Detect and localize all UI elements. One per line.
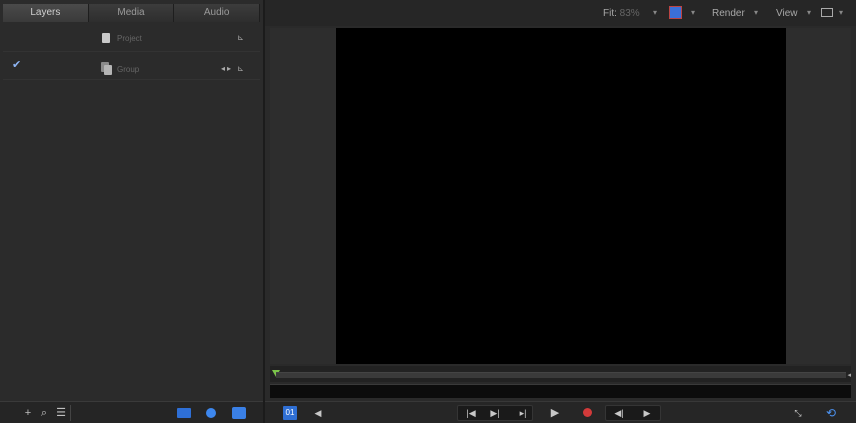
gear-icon[interactable] — [206, 408, 216, 418]
transport-controls: 01 ◀ |◀ ▶| ▸| ▶ ◀| ▶ ⤡ ⟲ — [265, 401, 856, 423]
go-to-end-button[interactable]: ▶| — [487, 406, 503, 420]
viewer-toolbar: Fit: 83% ▾ ▾ Render ▾ View ▾ ▾ — [265, 0, 856, 26]
tab-media[interactable]: Media — [88, 4, 175, 22]
group-icon — [104, 65, 112, 75]
mini-timeline[interactable] — [270, 384, 851, 398]
timing-display-button[interactable]: 01 — [283, 406, 297, 420]
layers-stack-icon[interactable] — [232, 407, 246, 419]
document-icon — [102, 33, 110, 43]
rewind-button[interactable]: ◀| — [611, 406, 627, 420]
chevron-down-icon[interactable]: ▾ — [807, 8, 811, 17]
canvas-area — [270, 28, 851, 364]
fit-value: 83% — [619, 8, 640, 19]
list-icon[interactable]: ☰ — [54, 406, 68, 420]
layer-list: Project ⊾ ✔ Group ◂▸ ⊾ — [3, 26, 260, 80]
render-menu[interactable]: Render — [712, 8, 745, 19]
record-button[interactable] — [579, 406, 595, 420]
previous-button[interactable]: ◀ — [311, 406, 325, 420]
layers-panel: Layers Media Audio Project ⊾ ✔ Group ◂▸ … — [0, 0, 263, 423]
canvas[interactable] — [336, 28, 786, 364]
mini-timeline-ruler[interactable]: ◂ — [270, 366, 851, 382]
toolbar-divider — [70, 405, 71, 421]
fit-dropdown[interactable]: Fit: 83% — [603, 8, 640, 19]
layer-view-icon[interactable] — [177, 408, 191, 418]
layer-name: Project — [117, 34, 142, 43]
forward-button[interactable]: ▶ — [639, 406, 655, 420]
plus-icon[interactable]: + — [22, 406, 34, 420]
layer-enable-checkbox[interactable]: ✔ — [12, 60, 22, 71]
timeline-bar[interactable] — [276, 372, 846, 378]
layer-row-project[interactable]: Project ⊾ — [3, 26, 260, 52]
chevron-down-icon[interactable]: ▾ — [691, 8, 695, 17]
tab-audio[interactable]: Audio — [174, 4, 261, 22]
lock-icon[interactable]: ⊾ — [237, 33, 246, 42]
view-menu[interactable]: View — [776, 8, 798, 19]
color-channels-icon[interactable] — [669, 6, 682, 19]
chevron-down-icon[interactable]: ▾ — [754, 8, 758, 17]
canvas-panel: Fit: 83% ▾ ▾ Render ▾ View ▾ ▾ ◂ 01 ◀ |◀… — [265, 0, 856, 423]
out-point-marker[interactable]: ◂ — [847, 371, 851, 379]
audio-lock-icons[interactable]: ◂▸ ⊾ — [221, 64, 246, 73]
fit-label: Fit: — [603, 8, 617, 19]
step-forward-button[interactable]: ▸| — [515, 406, 531, 420]
go-to-start-button[interactable]: |◀ — [463, 406, 479, 420]
expand-icon[interactable]: ⤡ — [791, 406, 805, 420]
loop-icon[interactable]: ⟲ — [823, 406, 839, 420]
viewer-layout-icon[interactable] — [821, 8, 833, 17]
layer-row-group[interactable]: ✔ Group ◂▸ ⊾ — [3, 52, 260, 80]
search-icon[interactable]: ⌕ — [38, 406, 50, 420]
chevron-down-icon[interactable]: ▾ — [839, 8, 843, 17]
panel-tabs: Layers Media Audio — [3, 4, 261, 22]
play-button[interactable]: ▶ — [547, 406, 563, 420]
layer-name: Group — [117, 65, 140, 74]
record-icon — [582, 408, 592, 417]
tab-layers[interactable]: Layers — [3, 4, 89, 22]
chevron-down-icon[interactable]: ▾ — [653, 8, 657, 17]
layers-bottom-toolbar: + ⌕ ☰ — [0, 401, 263, 423]
